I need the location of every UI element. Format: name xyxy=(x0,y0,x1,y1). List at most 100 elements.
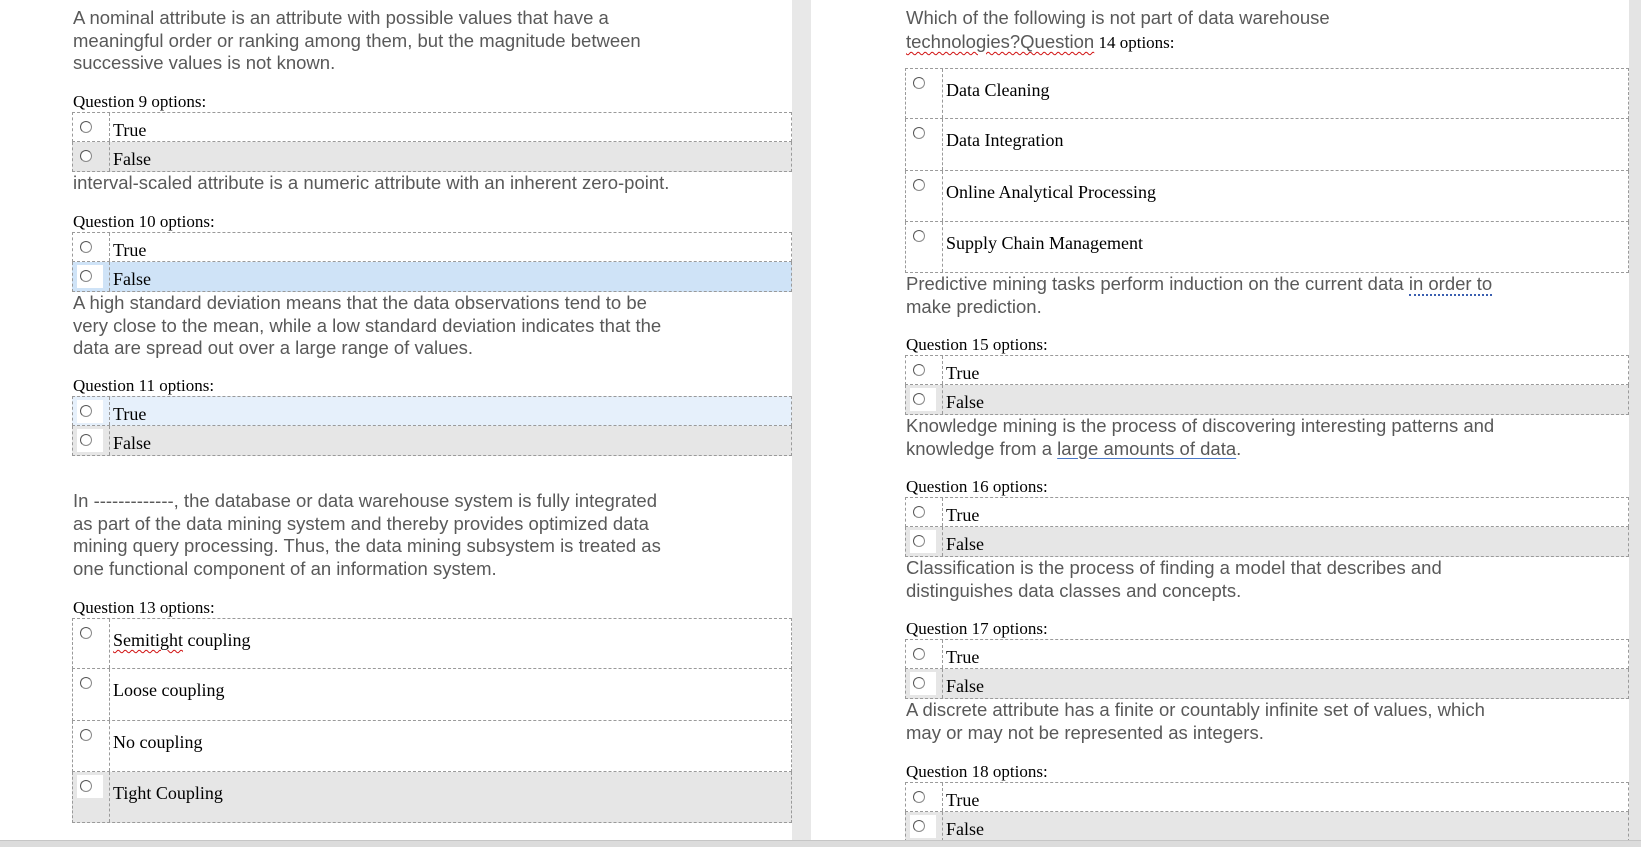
question-16-option-true[interactable]: True xyxy=(905,497,1629,527)
page-gutter xyxy=(792,0,811,840)
question-18-statement: A discrete attribute has a finite or cou… xyxy=(906,699,1485,744)
question-14-option-data-cleaning[interactable]: Data Cleaning xyxy=(905,68,1629,119)
question-17-option-true[interactable]: True xyxy=(905,639,1629,669)
statement-line: A high standard deviation means that the… xyxy=(73,292,647,313)
question-17-label: Question 17 options: xyxy=(906,619,1048,638)
option-label: False xyxy=(113,433,151,453)
question-10-option-true[interactable]: True xyxy=(72,232,792,262)
option-label: True xyxy=(113,404,147,424)
option-label-rest: coupling xyxy=(183,630,251,650)
statement-line: Which of the following is not part of da… xyxy=(906,7,1330,28)
spellcheck-word: Semitight xyxy=(113,630,184,650)
question-15-option-false[interactable]: False xyxy=(905,385,1629,415)
option-label: True xyxy=(113,240,147,260)
option-label: False xyxy=(946,534,984,554)
radio-button[interactable] xyxy=(80,270,92,282)
option-label: Data Integration xyxy=(946,130,1064,150)
statement-line: as part of the data mining system and th… xyxy=(73,512,649,534)
statement-line: A discrete attribute has a finite or cou… xyxy=(906,699,1485,720)
question-16-option-false[interactable]: False xyxy=(905,527,1629,557)
radio-button[interactable] xyxy=(80,780,92,792)
statement-line: Classification is the process of finding… xyxy=(906,557,1442,578)
radio-button[interactable] xyxy=(913,791,925,803)
radio-button[interactable] xyxy=(80,729,92,741)
statement-line: meaningful order or ranking among them, … xyxy=(73,29,641,51)
question-11-option-true[interactable]: True xyxy=(72,396,792,426)
statement-line: one functional component of an informati… xyxy=(73,557,497,579)
question-13-option-tight[interactable]: Tight Coupling xyxy=(72,772,792,823)
radio-button[interactable] xyxy=(80,405,92,417)
question-11-statement: A high standard deviation means that the… xyxy=(73,292,661,360)
statement-line: Predictive mining tasks perform inductio… xyxy=(906,273,1493,296)
radio-button[interactable] xyxy=(80,150,92,162)
option-label: False xyxy=(113,269,151,289)
option-cell xyxy=(942,385,1628,414)
radio-button[interactable] xyxy=(913,820,925,832)
question-14-option-supply-chain[interactable]: Supply Chain Management xyxy=(905,222,1629,273)
statement-line: successive values is not known. xyxy=(73,52,336,73)
radio-button[interactable] xyxy=(913,535,925,547)
option-cell xyxy=(942,783,1628,811)
option-label: False xyxy=(946,676,984,696)
option-cell xyxy=(942,527,1628,556)
radio-button[interactable] xyxy=(80,677,92,689)
radio-button[interactable] xyxy=(913,648,925,660)
status-bar xyxy=(0,840,1641,847)
radio-button[interactable] xyxy=(80,121,92,133)
question-9-label: Question 9 options: xyxy=(73,92,207,111)
statement-line: mining query processing. Thus, the data … xyxy=(73,535,661,556)
radio-button[interactable] xyxy=(913,77,925,89)
statement-line: data are spread out over a large range o… xyxy=(73,337,474,358)
question-14-option-data-integration[interactable]: Data Integration xyxy=(905,119,1629,171)
document-page-right: Which of the following is not part of da… xyxy=(811,0,1629,840)
vertical-scrollbar-track[interactable] xyxy=(1629,0,1641,840)
question-13-option-none[interactable]: No coupling xyxy=(72,721,792,772)
statement-line: A nominal attribute is an attribute with… xyxy=(73,7,609,28)
option-cell xyxy=(109,426,791,455)
question-11-label: Question 11 options: xyxy=(73,376,215,395)
question-11-option-false[interactable]: False xyxy=(72,426,792,456)
question-9-option-true[interactable]: True xyxy=(72,112,792,142)
option-label: Semitight coupling xyxy=(113,630,251,650)
statement-line: make prediction. xyxy=(906,295,1042,317)
option-cell xyxy=(109,142,791,171)
option-label: True xyxy=(113,120,147,140)
question-17-statement: Classification is the process of finding… xyxy=(906,557,1442,602)
radio-button[interactable] xyxy=(913,127,925,139)
question-15-option-true[interactable]: True xyxy=(905,355,1629,385)
grammar-suggestion[interactable]: large amounts of data xyxy=(1057,438,1236,459)
question-13-label: Question 13 options: xyxy=(73,598,215,617)
option-label: False xyxy=(113,149,151,169)
question-13-option-loose[interactable]: Loose coupling xyxy=(72,669,792,721)
option-cell xyxy=(942,640,1628,668)
question-18-option-false[interactable]: False xyxy=(905,812,1629,840)
statement-text: Predictive mining tasks perform inductio… xyxy=(906,273,1409,294)
radio-button[interactable] xyxy=(80,241,92,253)
grammar-suggestion[interactable]: in order to xyxy=(1408,273,1493,296)
option-label: Online Analytical Processing xyxy=(946,182,1156,202)
question-14-label-rest: 14 options: xyxy=(1094,33,1175,52)
question-9-option-false[interactable]: False xyxy=(72,142,792,172)
question-16-label: Question 16 options: xyxy=(906,477,1048,496)
radio-button[interactable] xyxy=(80,434,92,446)
radio-button[interactable] xyxy=(913,230,925,242)
option-label: True xyxy=(946,790,980,810)
statement-line: knowledge from a large amounts of data. xyxy=(906,438,1494,461)
question-10-option-false[interactable]: False xyxy=(72,262,792,292)
question-18-option-true[interactable]: True xyxy=(905,782,1629,812)
option-label: True xyxy=(946,647,980,667)
radio-button[interactable] xyxy=(913,506,925,518)
radio-button[interactable] xyxy=(80,627,92,639)
question-13-option-semitight[interactable]: Semitight coupling xyxy=(72,618,792,669)
option-cell xyxy=(942,812,1628,840)
option-label: True xyxy=(946,363,980,383)
question-14-option-olap[interactable]: Online Analytical Processing xyxy=(905,171,1629,222)
radio-button[interactable] xyxy=(913,364,925,376)
radio-button[interactable] xyxy=(913,677,925,689)
radio-button[interactable] xyxy=(913,179,925,191)
option-label: Loose coupling xyxy=(113,680,225,700)
option-cell xyxy=(109,262,791,291)
option-label: True xyxy=(946,505,980,525)
question-17-option-false[interactable]: False xyxy=(905,669,1629,699)
radio-button[interactable] xyxy=(913,393,925,405)
